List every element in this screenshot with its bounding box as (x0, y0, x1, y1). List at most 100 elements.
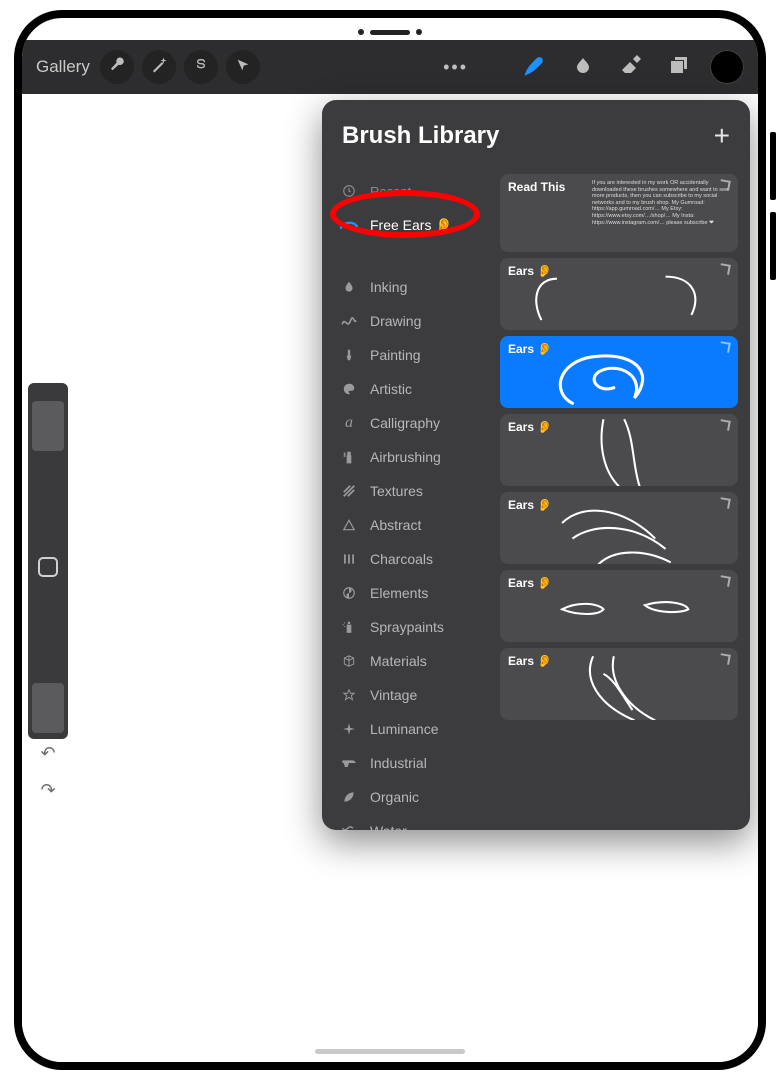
imported-mark-icon (720, 264, 730, 274)
spray-icon (340, 619, 358, 635)
notch (320, 22, 460, 42)
leaf-icon (340, 790, 358, 804)
brush-opacity-slider[interactable] (32, 683, 64, 733)
imported-mark-icon (720, 498, 730, 508)
imported-mark-icon (720, 654, 730, 664)
brush-item-ears-2[interactable]: Ears 👂 (500, 336, 738, 408)
category-label: Calligraphy (370, 415, 490, 431)
brush-item-ears-3[interactable]: Ears 👂 (500, 414, 738, 486)
category-abstract[interactable]: Abstract (322, 508, 500, 542)
category-label: Materials (370, 653, 490, 669)
imported-mark-icon (720, 342, 730, 352)
actions-button[interactable] (100, 50, 134, 84)
device-frame: Gallery ••• (14, 10, 766, 1070)
category-label: Elements (370, 585, 490, 601)
squiggle-icon (340, 314, 358, 328)
brush-label: Ears 👂 (508, 342, 730, 356)
wrench-icon (108, 56, 126, 79)
category-textures[interactable]: Textures (322, 474, 500, 508)
category-label: Drawing (370, 313, 490, 329)
category-label: Textures (370, 483, 490, 499)
layers-button[interactable] (658, 46, 700, 88)
adjustments-button[interactable] (142, 50, 176, 84)
category-calligraphy[interactable]: a Calligraphy (322, 406, 500, 440)
eraser-icon (619, 53, 643, 82)
star-outline-icon (340, 688, 358, 702)
category-free-ears[interactable]: Free Ears 👂 (322, 208, 500, 242)
top-toolbar: Gallery ••• (22, 40, 758, 94)
category-water[interactable]: Water (322, 814, 500, 830)
brush-category-list: Recent Free Ears 👂 Inking (322, 164, 500, 830)
cube-icon (340, 654, 358, 668)
category-materials[interactable]: Materials (322, 644, 500, 678)
sparkle-icon (340, 722, 358, 736)
speaker (370, 30, 410, 35)
palette-icon (340, 382, 358, 396)
triangle-icon (340, 518, 358, 532)
category-label: Recent (370, 184, 490, 199)
category-airbrushing[interactable]: Airbrushing (322, 440, 500, 474)
brush-label: Ears 👂 (508, 264, 730, 278)
brush-label: Ears 👂 (508, 576, 730, 590)
modify-button[interactable] (38, 557, 58, 577)
category-label: Spraypaints (370, 619, 490, 635)
brush-item-ears-5[interactable]: Ears 👂 (500, 570, 738, 642)
category-artistic[interactable]: Artistic (322, 372, 500, 406)
gallery-button[interactable]: Gallery (36, 57, 90, 77)
imported-mark-icon (720, 576, 730, 586)
category-elements[interactable]: Elements (322, 576, 500, 610)
add-brush-set-button[interactable]: + (714, 120, 730, 152)
category-inking[interactable]: Inking (322, 270, 500, 304)
category-painting[interactable]: Painting (322, 338, 500, 372)
brush-label: Ears 👂 (508, 498, 730, 512)
undo-icon[interactable]: ↶ (40, 743, 55, 764)
smudge-tool[interactable] (562, 46, 604, 88)
side-slider-panel (28, 383, 68, 739)
imported-mark-icon (720, 180, 730, 190)
category-luminance[interactable]: Luminance (322, 712, 500, 746)
more-button[interactable]: ••• (443, 57, 468, 78)
category-industrial[interactable]: Industrial (322, 746, 500, 780)
imported-mark-icon (720, 420, 730, 430)
wand-icon (150, 56, 168, 79)
color-picker[interactable] (710, 50, 744, 84)
yin-yang-icon (340, 586, 358, 600)
brush-label: Ears 👂 (508, 420, 730, 434)
hw-volume-down (770, 212, 776, 280)
eraser-tool[interactable] (610, 46, 652, 88)
brush-size-slider[interactable] (32, 401, 64, 451)
transform-button[interactable] (226, 50, 260, 84)
hatch-icon (340, 484, 358, 498)
category-vintage[interactable]: Vintage (322, 678, 500, 712)
category-label: Inking (370, 279, 490, 295)
bars-icon (340, 552, 358, 566)
spray-can-icon (340, 449, 358, 465)
brush-item-ears-4[interactable]: Ears 👂 (500, 492, 738, 564)
brush-tool[interactable] (514, 46, 556, 88)
hw-volume-up (770, 132, 776, 200)
category-charcoals[interactable]: Charcoals (322, 542, 500, 576)
category-label: Painting (370, 347, 490, 363)
category-drawing[interactable]: Drawing (322, 304, 500, 338)
category-label: Vintage (370, 687, 490, 703)
category-label: Artistic (370, 381, 490, 397)
category-recent[interactable]: Recent (322, 174, 500, 208)
selection-button[interactable] (184, 50, 218, 84)
category-label: Free Ears 👂 (370, 217, 490, 234)
paintbrush-icon (340, 347, 358, 363)
category-label: Luminance (370, 721, 490, 737)
undo-redo-panel: ↶ ↷ (28, 743, 68, 801)
brush-item-ears-1[interactable]: Ears 👂 (500, 258, 738, 330)
redo-icon[interactable]: ↷ (40, 780, 55, 801)
brush-library-title: Brush Library (342, 122, 499, 150)
brush-item-read-this[interactable]: Read This If you are interested in my wo… (500, 174, 738, 252)
category-label: Organic (370, 789, 490, 805)
cursor-icon (235, 57, 251, 78)
brush-item-ears-6[interactable]: Ears 👂 (500, 648, 738, 720)
home-indicator (315, 1049, 465, 1054)
category-spraypaints[interactable]: Spraypaints (322, 610, 500, 644)
script-a-icon: a (340, 414, 358, 432)
camera-dot (358, 29, 364, 35)
category-organic[interactable]: Organic (322, 780, 500, 814)
screen: Gallery ••• (22, 18, 758, 1062)
